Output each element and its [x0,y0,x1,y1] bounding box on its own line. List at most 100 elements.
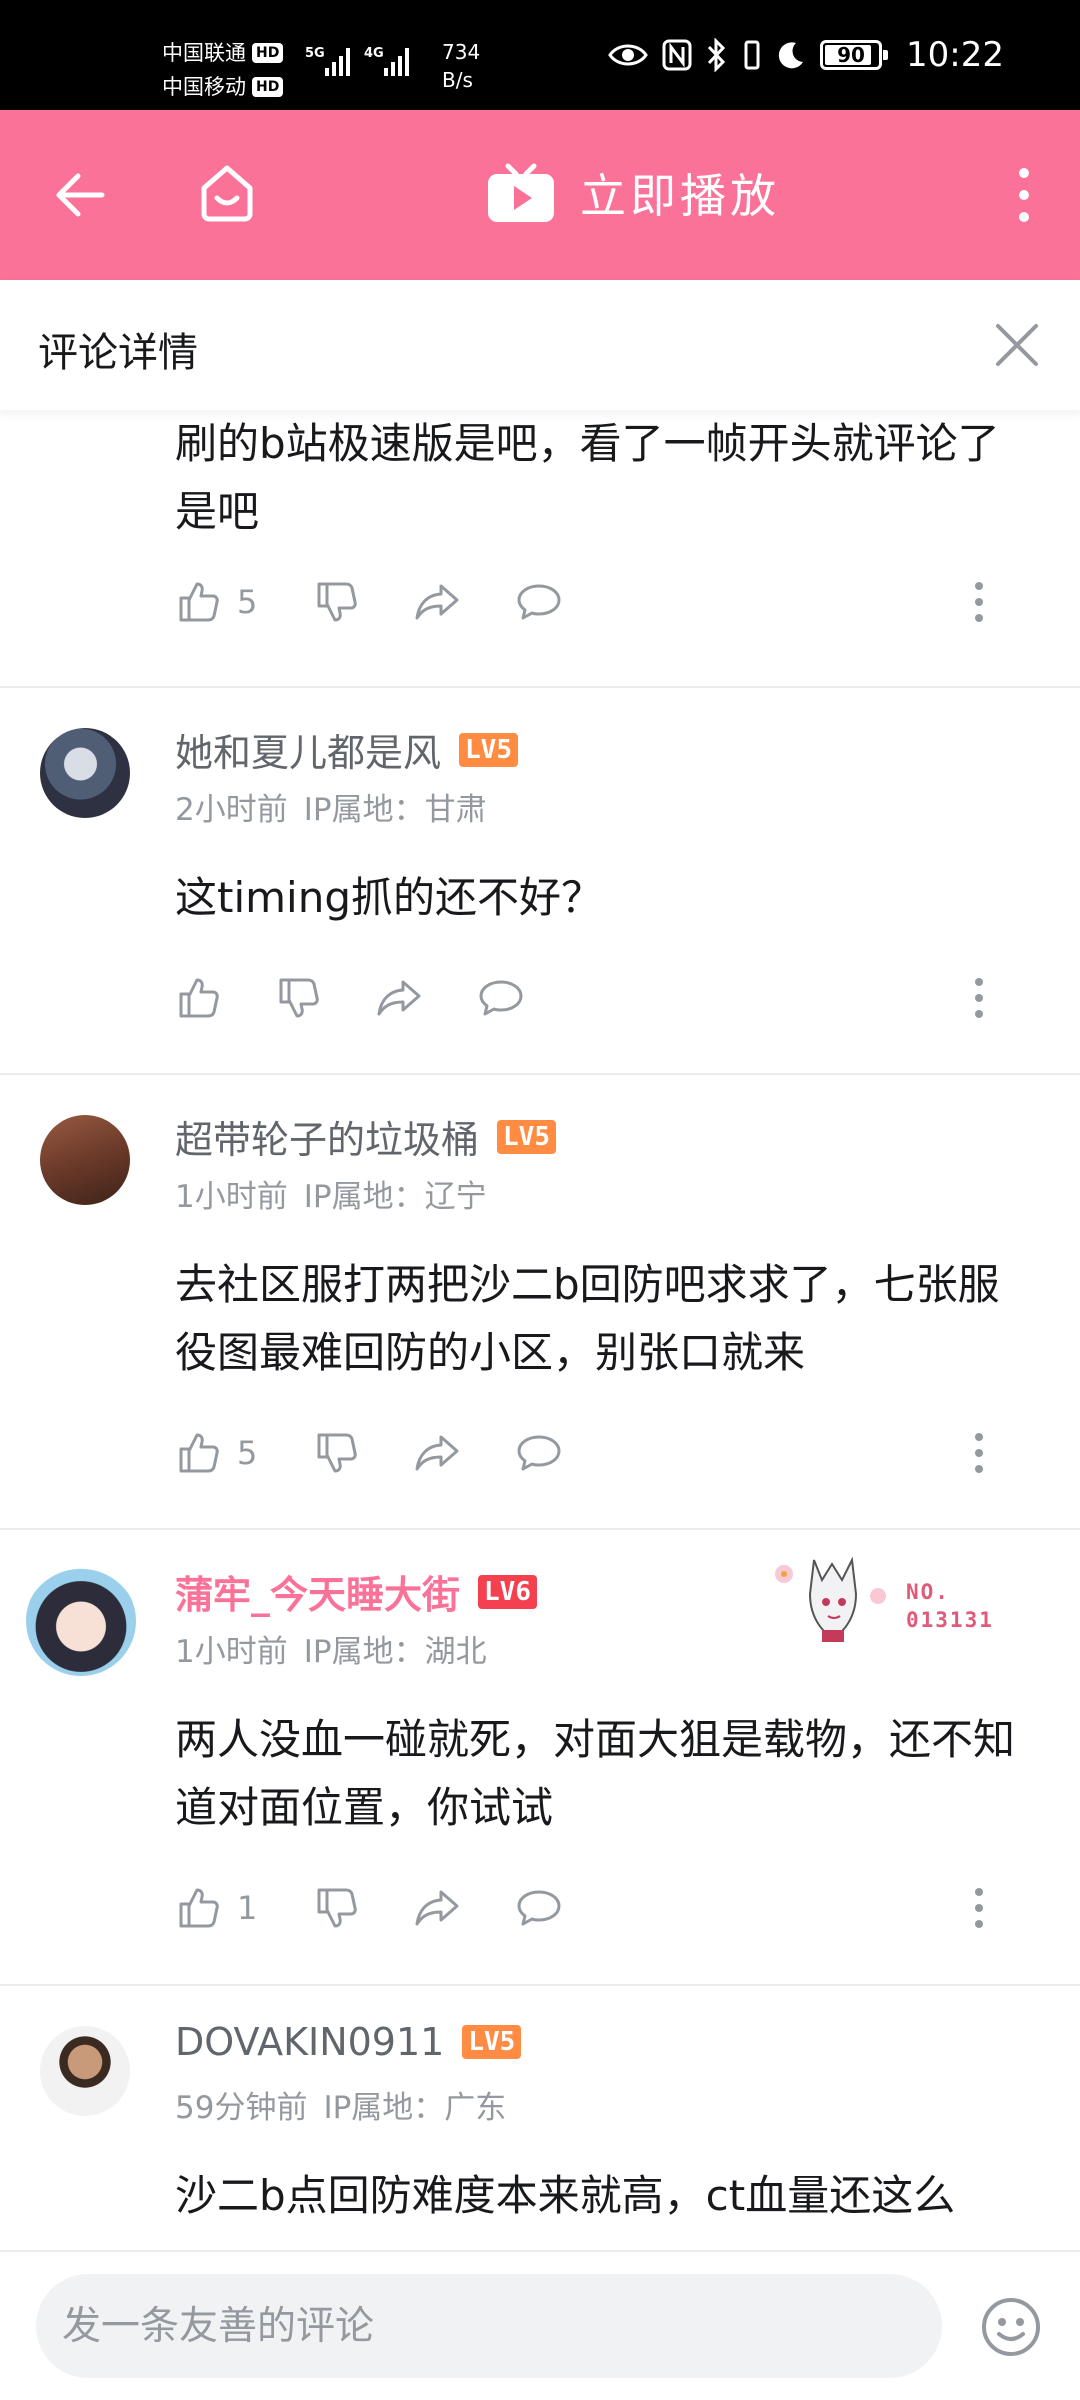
moon-icon [776,40,806,70]
comment-time: 59分钟前 [175,2090,308,2126]
username-label: 她和夏儿都是风 [175,731,442,775]
comment-actions: 1 [175,1878,1035,1938]
network-speed-unit: B/s [442,68,473,92]
like-button[interactable]: 5 [175,1429,257,1477]
anime-girl-icon [775,1556,886,1642]
share-icon [415,1435,459,1471]
reply-button[interactable] [515,578,563,626]
emoji-icon[interactable] [980,2296,1042,2358]
avatar[interactable] [26,1566,136,1676]
reply-button[interactable] [477,974,525,1022]
carrier-info: 中国联通 HD 中国移动 HD [162,36,284,104]
comment-meta: 2小时前 IP属地：甘肃 [175,784,487,829]
level-badge: LV6 [478,1574,537,1609]
comment-more-button[interactable] [969,1429,989,1477]
share-button[interactable] [413,578,461,626]
comment-list[interactable]: 刷的b站极速版是吧，看了一帧开头就评论了是吧 5 她和夏儿都是风 LV5 2小时… [0,410,1080,2250]
thumb-up-icon [179,582,219,622]
comment-meta: 1小时前 IP属地：湖北 [175,1626,487,1671]
more-vertical-icon [975,1433,983,1473]
more-vertical-icon[interactable] [1014,165,1034,225]
avatar[interactable] [40,728,130,818]
like-button[interactable]: 1 [175,1884,257,1932]
comment-ip-location: IP属地：辽宁 [303,1179,487,1215]
share-icon [377,980,421,1016]
reply-button[interactable] [515,1429,563,1477]
dislike-button[interactable] [313,578,361,626]
network-speed: 734 B/s [442,38,480,94]
reply-button[interactable] [515,1884,563,1932]
vibrate-icon [742,39,762,71]
play-now-button[interactable]: 立即播放 [486,160,780,226]
share-button[interactable] [413,1429,461,1477]
comment-actions [175,968,1035,1028]
thumb-down-icon [317,582,357,622]
comment-text: 这timing抓的还不好？ [175,873,603,922]
comment-more-button[interactable] [969,578,989,626]
comment-more-button[interactable] [969,974,989,1022]
share-button[interactable] [413,1884,461,1932]
username-label: 超带轮子的垃圾桶 [175,1118,480,1162]
comment-username[interactable]: 蒲牢_今天睡大街 LV6 [175,1564,537,1619]
comment-input[interactable] [36,2274,942,2378]
app-bar: 立即播放 [0,110,1080,280]
comment-time: 1小时前 [175,1179,288,1215]
username-label: 蒲牢_今天睡大街 [175,1573,461,1617]
reply-icon [517,584,561,620]
fan-card-badge[interactable]: NO. 013131 [770,1550,1000,1650]
comment-text: 去社区服打两把沙二b回防吧求求了，七张服役图最难回防的小区，别张口就来 [175,1260,1000,1377]
thumb-up-icon [179,1433,219,1473]
comment-time: 2小时前 [175,792,288,828]
comment-meta: 59分钟前 IP属地：广东 [175,2082,506,2127]
thumb-down-icon [317,1888,357,1928]
thumb-up-icon [179,978,219,1018]
more-vertical-icon [975,582,983,622]
comment-input-wrapper[interactable] [36,2274,942,2378]
fan-card-id: 013131 [906,1608,994,1632]
username-label: DOVAKIN0911 [175,2020,445,2064]
comment-ip-location: IP属地：广东 [323,2090,507,2126]
more-vertical-icon [975,978,983,1018]
share-icon [415,1890,459,1926]
share-icon [415,584,459,620]
comment-ip-location: IP属地：湖北 [303,1634,487,1670]
comment-detail-header: 评论详情 [0,280,1080,410]
share-button[interactable] [375,974,423,1022]
signal-4g-icon: 4G [364,46,409,76]
like-button[interactable]: 5 [175,578,257,626]
hd-badge: HD [252,77,284,97]
eye-icon [608,41,648,69]
comment-input-bar [0,2250,1080,2400]
thumb-down-icon [279,978,319,1018]
dislike-button[interactable] [313,1884,361,1932]
close-icon[interactable] [992,320,1042,370]
comment-meta: 1小时前 IP属地：辽宁 [175,1171,487,1216]
thumb-down-icon [317,1433,357,1473]
fan-card-prefix: NO. [906,1580,950,1604]
comment-text: 沙二b点回防难度本来就高，ct血量还这么 [175,2171,956,2220]
clock-time: 10:22 [906,35,1004,75]
carrier-1-label: 中国联通 [162,41,246,65]
comment-item: DOVAKIN0911 LV5 59分钟前 IP属地：广东 沙二b点回防难度本来就… [0,1986,1080,2250]
comment-time: 1小时前 [175,1634,288,1670]
bluetooth-icon [706,38,728,72]
dislike-button[interactable] [313,1429,361,1477]
play-now-label: 立即播放 [580,169,780,223]
avatar[interactable] [40,1115,130,1205]
battery-level: 90 [837,43,865,67]
like-count: 5 [237,1434,258,1472]
dislike-button[interactable] [275,974,323,1022]
reply-icon [517,1890,561,1926]
comment-username[interactable]: DOVAKIN0911 LV5 [175,2020,522,2064]
like-button[interactable] [175,974,223,1022]
comment-text: 两人没血一碰就死，对面大狙是载物，还不知道对面位置，你试试 [175,1715,1016,1832]
comment-username[interactable]: 她和夏儿都是风 LV5 [175,722,518,777]
thumb-up-icon [179,1888,219,1928]
comment-item: 她和夏儿都是风 LV5 2小时前 IP属地：甘肃 这timing抓的还不好？ [0,688,1080,1075]
home-icon[interactable] [196,162,258,224]
status-bar: 中国联通 HD 中国移动 HD 5G 4G 734 B/s 90 10:22 [0,0,1080,110]
back-arrow-icon[interactable] [52,167,108,223]
avatar[interactable] [40,2026,130,2116]
comment-username[interactable]: 超带轮子的垃圾桶 LV5 [175,1109,556,1164]
comment-more-button[interactable] [969,1884,989,1932]
